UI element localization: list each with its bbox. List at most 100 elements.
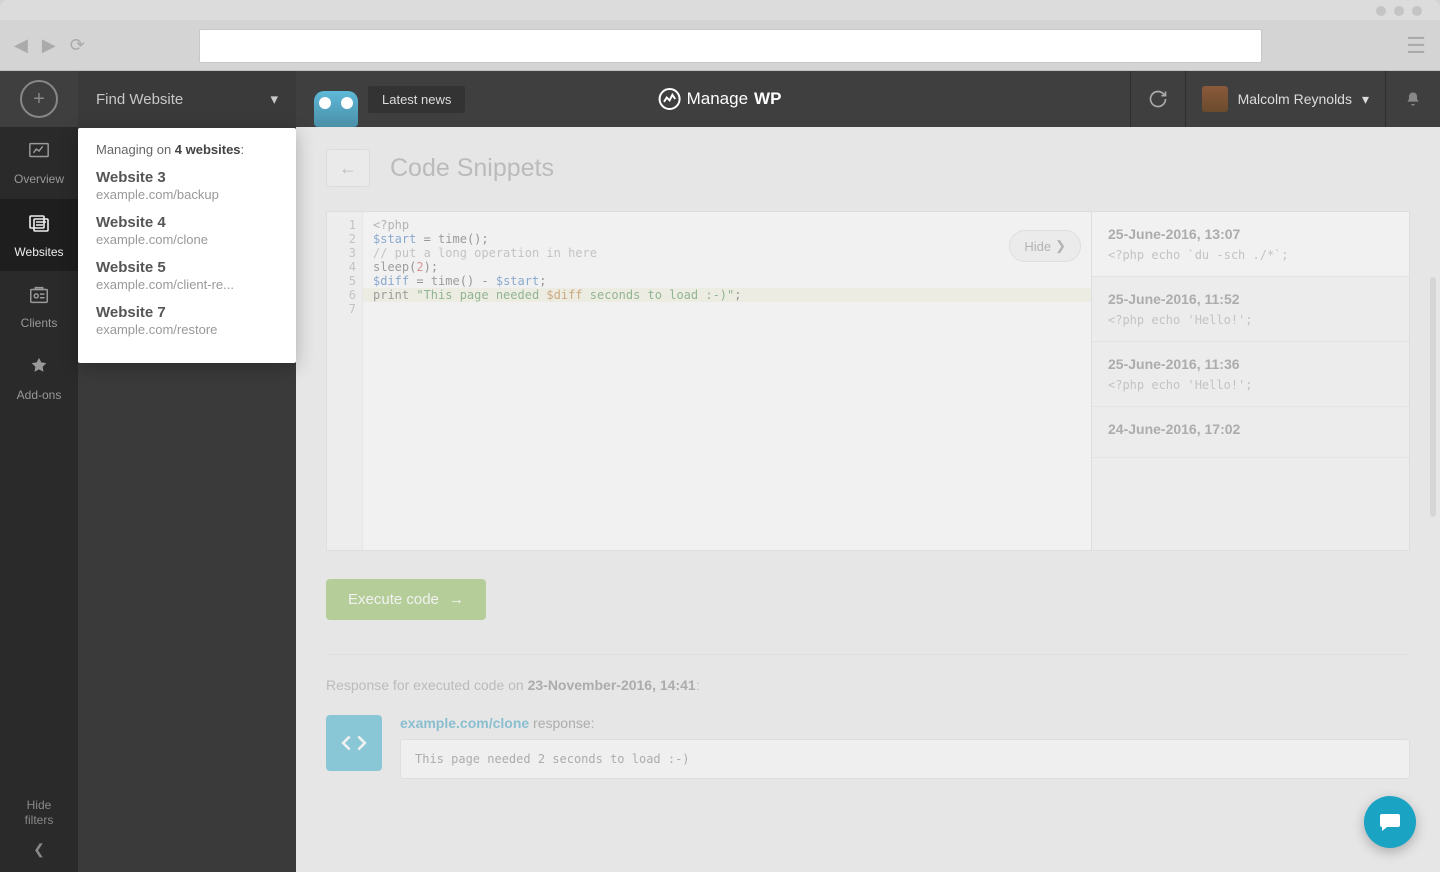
reload-icon[interactable]: ⟳ [70,35,85,56]
line-number: 3 [327,246,362,260]
page-title: Code Snippets [390,154,554,183]
code-token: ); [424,260,438,274]
brand-text-suffix: WP [754,89,781,109]
add-button[interactable]: + [0,71,78,127]
dropdown-site-name: Website 5 [96,259,278,276]
code-token: $start [373,232,416,246]
sidebar-item-clients[interactable]: Clients [0,271,78,343]
hide-filters-button[interactable]: Hide filters [25,798,54,829]
addons-icon [28,356,50,384]
code-editor-block: 1 2 3 4 5 6 7 <?php $start = time(); // … [326,211,1410,551]
code-token: $diff [546,288,582,302]
dropdown-site-item[interactable]: Website 3 example.com/backup [96,169,278,202]
line-number: 2 [327,232,362,246]
mascot-area: Latest news [296,71,465,127]
browser-toolbar: ◀ ▶ ⟳ ☰ [0,20,1440,71]
response-timestamp: 23-November-2016, 14:41 [528,677,696,693]
dropdown-site-name: Website 7 [96,304,278,321]
history-item[interactable]: 25-June-2016, 13:07 <?php echo `du -sch … [1092,212,1409,277]
brand-logo[interactable]: Manage WP [659,88,782,110]
code-token: () - [460,274,496,288]
response-site-suffix: response: [529,715,594,731]
response-card: example.com/clone response: This page ne… [326,715,1410,779]
code-editor[interactable]: 1 2 3 4 5 6 7 <?php $start = time(); // … [327,212,1091,550]
dropdown-site-name: Website 4 [96,214,278,231]
code-token: time [431,274,460,288]
dropdown-site-url: example.com/restore [96,322,278,337]
response-suffix: : [696,677,700,693]
main-content: ← Code Snippets 1 2 3 4 5 6 7 <?php $sta… [296,127,1440,872]
response-site-link[interactable]: example.com/clone [400,715,529,731]
code-lines[interactable]: <?php $start = time(); // put a long ope… [363,212,1091,550]
sidebar-label: Websites [14,245,63,259]
line-number: 1 [327,218,362,232]
chat-button[interactable] [1364,796,1416,848]
app-header: + Find Website ▾ Latest news Manage WP Ma… [0,71,1440,127]
find-website-label: Find Website [96,91,183,108]
managing-prefix: Managing on [96,142,175,157]
clients-icon [28,284,50,312]
dropdown-site-url: example.com/client-re... [96,277,278,292]
code-token: <?php [373,218,409,232]
history-date: 25-June-2016, 11:36 [1108,356,1393,372]
url-bar[interactable] [199,29,1262,63]
dropdown-site-name: Website 3 [96,169,278,186]
websites-icon [27,211,51,241]
browser-tab-bar [0,0,1440,20]
sync-button[interactable] [1130,71,1186,127]
avatar [1202,86,1228,112]
hide-filters-line2: filters [25,813,54,829]
response-prefix: Response for executed code on [326,677,528,693]
history-item[interactable]: 24-June-2016, 17:02 [1092,407,1409,458]
notifications-button[interactable] [1386,91,1440,107]
history-item[interactable]: 25-June-2016, 11:36 <?php echo 'Hello!'; [1092,342,1409,407]
brand-text-prefix: Manage [687,89,748,109]
overview-icon [28,140,50,168]
scrollbar[interactable] [1430,277,1436,517]
line-gutter: 1 2 3 4 5 6 7 [327,212,363,550]
hide-label: Hide [1024,239,1051,254]
code-token: time [438,232,467,246]
website-dropdown-panel: Managing on 4 websites: Website 3 exampl… [78,128,296,363]
window-controls [1376,6,1422,16]
chevron-left-icon[interactable]: ❮ [33,841,45,858]
sidebar-item-websites[interactable]: Websites [0,199,78,271]
nav-forward-icon[interactable]: ▶ [42,35,56,56]
sidebar-item-overview[interactable]: Overview [0,127,78,199]
execute-code-button[interactable]: Execute code → [326,579,486,620]
hamburger-icon[interactable]: ☰ [1406,33,1426,59]
code-token: 2 [416,260,423,274]
history-item[interactable]: 25-June-2016, 11:52 <?php echo 'Hello!'; [1092,277,1409,342]
dropdown-site-item[interactable]: Website 7 example.com/restore [96,304,278,337]
dropdown-site-url: example.com/clone [96,232,278,247]
window-dot[interactable] [1412,6,1422,16]
hide-history-button[interactable]: Hide ❯ [1009,230,1081,262]
back-button[interactable]: ← [326,149,370,187]
find-website-dropdown[interactable]: Find Website ▾ [78,71,296,127]
chevron-down-icon: ▾ [1362,91,1369,108]
line-number: 4 [327,260,362,274]
code-token: ; [734,288,741,302]
plus-icon: + [20,80,58,118]
execute-label: Execute code [348,591,439,608]
dropdown-site-item[interactable]: Website 4 example.com/clone [96,214,278,247]
brand-icon [659,88,681,110]
managing-suffix: : [241,142,245,157]
divider [326,654,1410,655]
window-dot[interactable] [1376,6,1386,16]
response-label: Response for executed code on 23-Novembe… [326,677,1410,693]
dropdown-site-item[interactable]: Website 5 example.com/client-re... [96,259,278,292]
line-number: 5 [327,274,362,288]
latest-news-button[interactable]: Latest news [368,86,465,113]
window-dot[interactable] [1394,6,1404,16]
header-right: Malcolm Reynolds ▾ [1130,71,1440,127]
sidebar-bottom: Hide filters ❮ [0,798,78,872]
code-token: $start [496,274,539,288]
line-number: 6 [327,288,362,302]
sidebar-label: Overview [14,172,64,186]
code-token: (); [467,232,489,246]
code-token: sleep [373,260,409,274]
user-menu[interactable]: Malcolm Reynolds ▾ [1186,71,1386,127]
nav-back-icon[interactable]: ◀ [14,35,28,56]
sidebar-item-addons[interactable]: Add-ons [0,343,78,415]
